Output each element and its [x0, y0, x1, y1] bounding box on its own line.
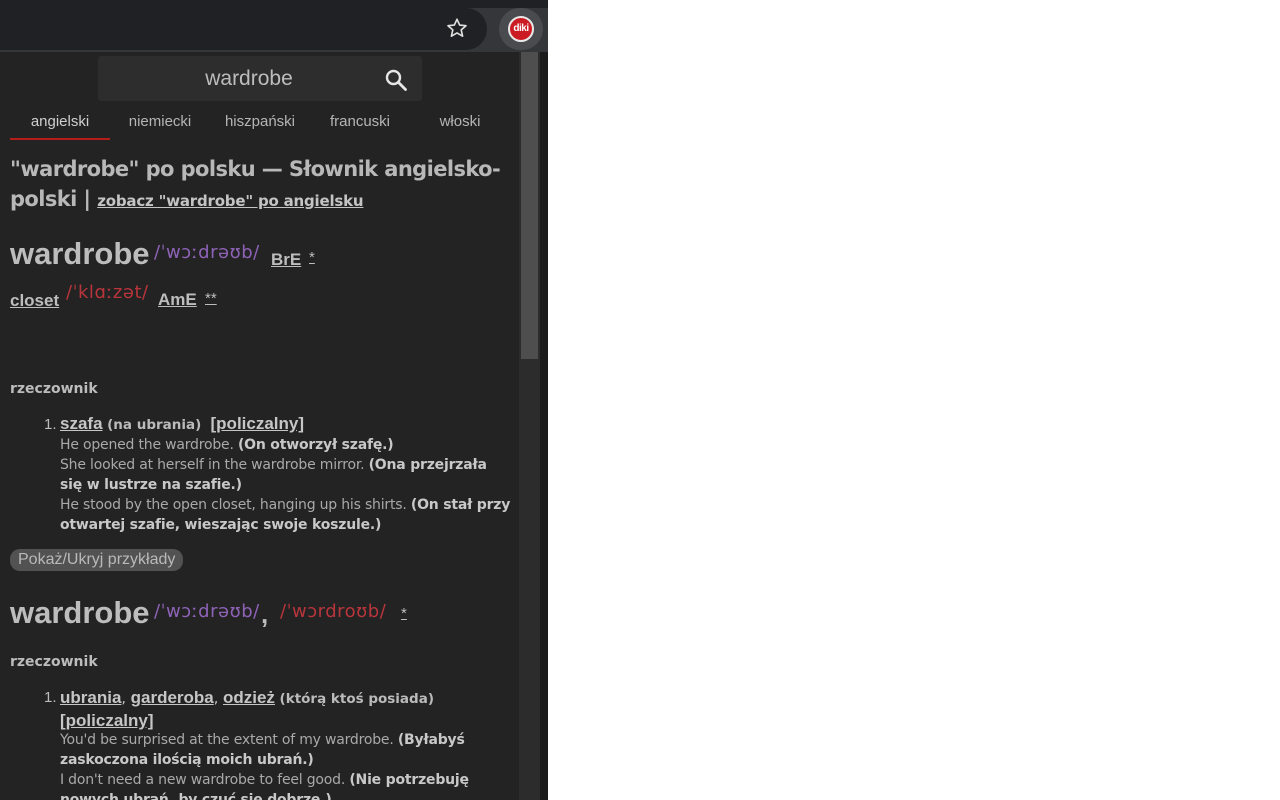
example-1: He opened the wardrobe. (On otworzył sza…	[60, 437, 394, 453]
tab-wloski[interactable]: włoski	[410, 108, 510, 140]
tab-niemiecki[interactable]: niemiecki	[110, 108, 210, 140]
example-3: He stood by the open closet, hanging up …	[60, 497, 511, 533]
language-tabs: angielski niemiecki hiszpański francuski…	[10, 108, 510, 140]
sense-1: szafa (na ubrania) [policzalny]	[60, 414, 512, 435]
browser-toolbar: diki	[0, 0, 548, 52]
sense-2: ubrania, garderoba, odzież (którą ktoś p…	[60, 688, 434, 730]
diki-extension-icon: diki	[508, 16, 534, 42]
ipa-separator: ,	[261, 599, 269, 629]
see-english-link[interactable]: zobacz "wardrobe" po angielsku	[97, 192, 363, 210]
example-2: She looked at herself in the wardrobe mi…	[60, 457, 487, 493]
sense-note-2: (którą ktoś posiada)	[279, 691, 434, 707]
sense-number-1: 1.	[44, 416, 57, 433]
translation-szafa[interactable]: szafa	[60, 414, 103, 433]
frequency-star-1[interactable]: *	[309, 249, 315, 266]
example-4: You'd be surprised at the extent of my w…	[60, 732, 465, 768]
part-of-speech-2: rzeczownik	[10, 654, 98, 670]
tab-francuski[interactable]: francuski	[310, 108, 410, 140]
ipa-american-2[interactable]: /ˈwɔrdroʊb/	[280, 601, 386, 622]
sense-note-1: (na ubrania)	[107, 417, 202, 433]
grammar-tag-2[interactable]: [policzalny]	[60, 711, 154, 730]
tab-strip-edge	[0, 0, 548, 8]
page-title: "wardrobe" po polsku — Słownik angielsko…	[10, 154, 510, 216]
example-5: I don't need a new wardrobe to feel good…	[60, 772, 469, 800]
tab-angielski[interactable]: angielski	[10, 108, 110, 140]
translation-ubrania[interactable]: ubrania	[60, 688, 121, 707]
ipa-american-1[interactable]: /ˈklɑːzət/	[66, 282, 149, 303]
search-input[interactable]	[98, 56, 370, 101]
ipa-british-2[interactable]: /ˈwɔːdrəʊb/	[154, 601, 260, 622]
alt-word-closet[interactable]: closet	[10, 291, 59, 311]
address-bar[interactable]	[0, 8, 487, 50]
popup-edge	[540, 52, 548, 800]
extension-button[interactable]: diki	[499, 8, 543, 50]
search-icon[interactable]	[384, 68, 408, 92]
translation-odziez[interactable]: odzież	[223, 688, 275, 707]
variety-bre[interactable]: BrE	[271, 250, 301, 270]
dictionary-popup: angielski niemiecki hiszpański francuski…	[0, 52, 548, 800]
ipa-british-1[interactable]: /ˈwɔːdrəʊb/	[154, 242, 260, 263]
sense-number-2: 1.	[44, 689, 57, 706]
frequency-star-2[interactable]: **	[205, 290, 217, 307]
frequency-star-3[interactable]: *	[401, 605, 407, 622]
headword-2: wardrobe	[10, 595, 150, 630]
grammar-tag-1[interactable]: [policzalny]	[211, 414, 305, 433]
search-box	[98, 56, 422, 101]
variety-ame[interactable]: AmE	[158, 290, 197, 310]
toggle-examples-button[interactable]: Pokaż/Ukryj przykłady	[10, 549, 184, 571]
bookmark-star-icon[interactable]	[446, 17, 468, 39]
headword-1: wardrobe	[10, 236, 150, 271]
translation-garderoba[interactable]: garderoba	[131, 688, 214, 707]
part-of-speech-1: rzeczownik	[10, 381, 98, 397]
tab-hiszpanski[interactable]: hiszpański	[210, 108, 310, 140]
popup-scrollbar-thumb[interactable]	[521, 52, 538, 359]
